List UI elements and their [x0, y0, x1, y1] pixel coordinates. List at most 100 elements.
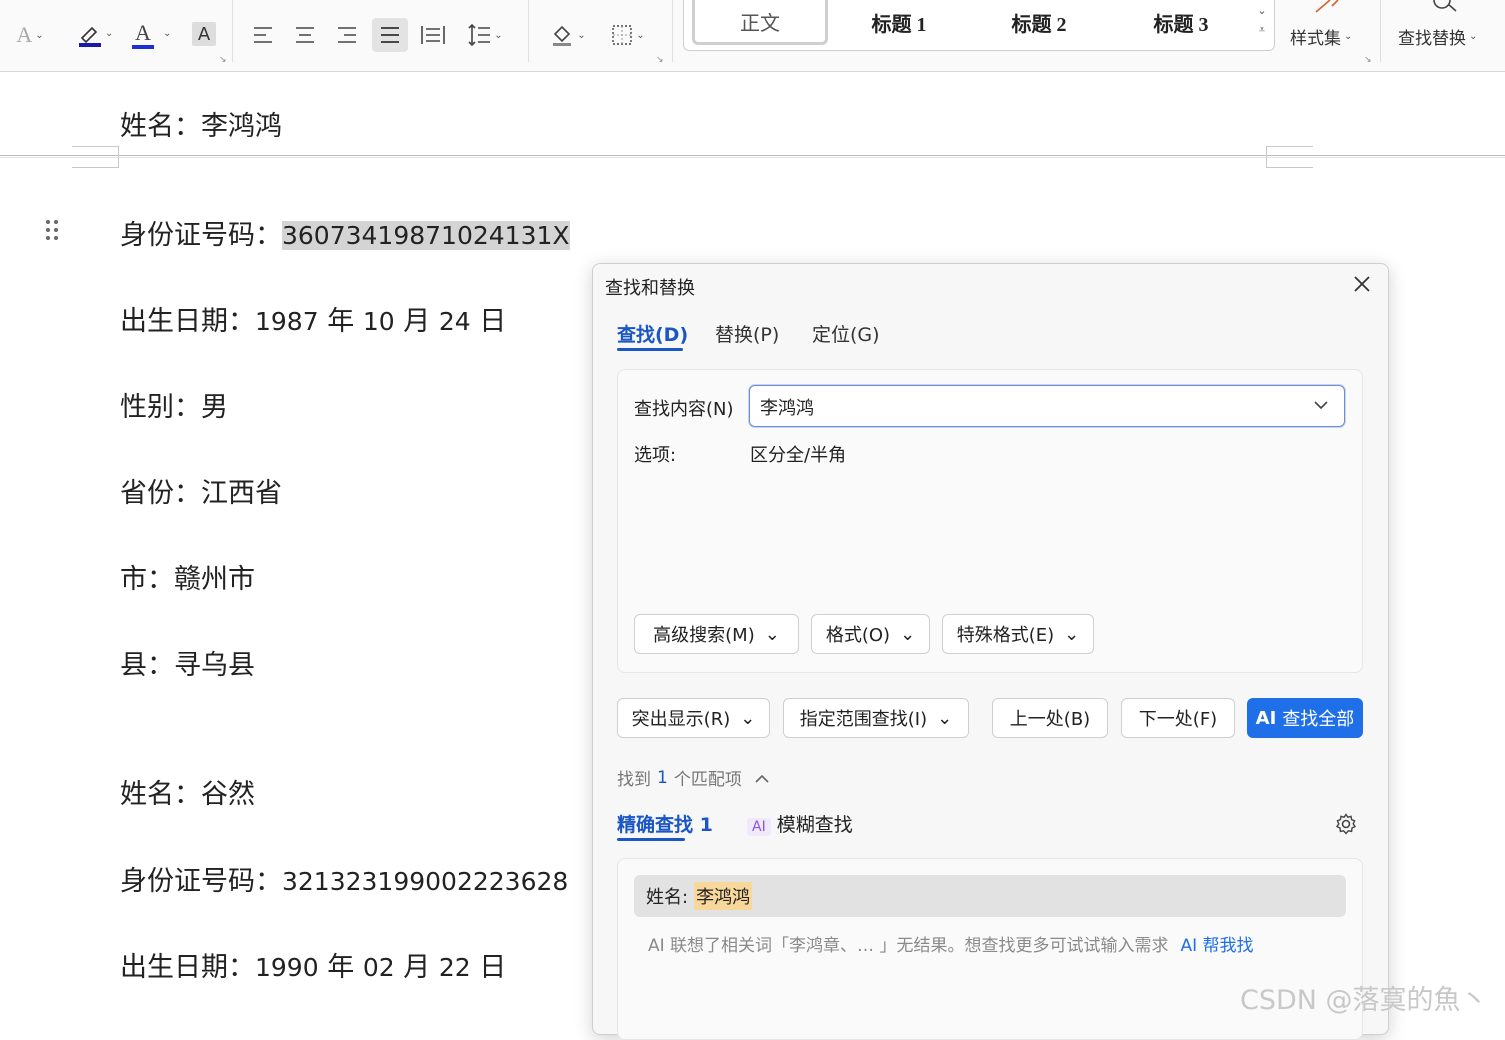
match-count: 找到 1 个匹配项: [617, 765, 770, 790]
font-dialog-launcher-icon[interactable]: ↘: [219, 55, 227, 65]
chevron-up-icon[interactable]: [754, 772, 770, 784]
birth-month: 10: [362, 307, 395, 336]
special-format-button[interactable]: 特殊格式(E) ⌄: [942, 614, 1094, 654]
field-label: 省份：: [120, 478, 201, 509]
style-heading-1[interactable]: 标题 1: [854, 0, 944, 44]
style-set-label: 样式集: [1290, 29, 1341, 49]
result-prefix: 姓名:: [646, 887, 689, 908]
doc-line-county-1[interactable]: 县：寻乌县: [120, 643, 255, 682]
chevron-down-icon: ⌄: [740, 707, 756, 729]
style-heading-2[interactable]: 标题 2: [994, 0, 1084, 44]
char-shading-icon: A: [197, 23, 211, 45]
doc-line-id-2[interactable]: 身份证号码：321323199002223628: [120, 859, 568, 898]
doc-line-name-2[interactable]: 姓名：谷然: [120, 772, 255, 811]
highlighter-icon: [79, 26, 101, 47]
find-previous-button[interactable]: 上一处(B): [992, 698, 1108, 738]
chevron-down-icon: ⌄: [1064, 623, 1080, 645]
style-gallery-scroll[interactable]: ⌄ ⩡: [1254, 4, 1270, 44]
style-set-button[interactable]: 样式集 ⌄: [1290, 24, 1352, 49]
result-item[interactable]: 姓名: 李鸿鸿: [634, 875, 1346, 917]
unit-year: 年: [327, 306, 355, 337]
field-label: 县：: [120, 650, 174, 681]
font-color-button[interactable]: A: [126, 18, 160, 52]
birth-month: 02: [362, 953, 395, 982]
find-replace-label: 查找替换: [1398, 29, 1466, 49]
ai-help-link[interactable]: AI 帮我找: [1180, 936, 1253, 956]
match-count-prefix: 找到: [617, 770, 651, 790]
chevron-down-icon[interactable]: [1312, 396, 1330, 414]
field-label: 姓名：: [120, 779, 201, 810]
doc-line-birth-2[interactable]: 出生日期：1990 年 02 月 22 日: [120, 945, 506, 984]
highlight-button[interactable]: 突出显示(R) ⌄: [617, 698, 770, 738]
border-button[interactable]: ⌄: [604, 20, 652, 50]
tab-exact-find[interactable]: 精确查找 1: [617, 810, 713, 837]
birth-year: 1987: [255, 307, 319, 336]
tab-goto[interactable]: 定位(G): [812, 320, 880, 347]
unit-day: 日: [479, 306, 507, 337]
ai-hint: AI 联想了相关词「李鸿章、… 」无结果。想查找更多可试试输入需求 AI 帮我找: [648, 931, 1254, 956]
style-normal[interactable]: 正文: [692, 0, 828, 45]
magnifier-icon: [1433, 0, 1457, 12]
font-color-icon: A: [135, 19, 151, 45]
format-label: 格式(O): [825, 625, 891, 646]
justify-button[interactable]: [372, 18, 408, 52]
text-effect-button[interactable]: A ⌄: [8, 20, 52, 50]
align-center-icon: [296, 27, 314, 43]
format-button[interactable]: 格式(O) ⌄: [811, 614, 930, 654]
find-all-label: 查找全部: [1282, 709, 1355, 730]
active-tab-indicator: [617, 348, 683, 351]
scope-find-button[interactable]: 指定范围查找(I) ⌄: [783, 698, 969, 738]
advanced-search-button[interactable]: 高级搜索(M) ⌄: [634, 614, 799, 654]
find-input[interactable]: [758, 392, 1282, 422]
find-label: 查找内容(N): [634, 399, 734, 420]
tab-find[interactable]: 查找(D): [617, 320, 688, 347]
result-match: 李鸿鸿: [694, 882, 753, 910]
scope-find-label: 指定范围查找(I): [799, 709, 928, 730]
field-value: 赣州市: [174, 564, 255, 595]
selected-text[interactable]: 36073419871024131X: [282, 221, 570, 250]
watermark: CSDN @落寞的魚丶: [1240, 985, 1488, 1016]
doc-line-gender-1[interactable]: 性别：男: [120, 385, 228, 424]
styles-dialog-launcher-icon[interactable]: ↘: [1364, 55, 1372, 65]
tab-replace[interactable]: 替换(P): [715, 320, 779, 347]
doc-line-province-1[interactable]: 省份：江西省: [120, 471, 282, 510]
distribute-button[interactable]: [418, 22, 448, 48]
ai-badge: AI: [747, 818, 771, 836]
find-replace-dialog: 查找和替换 查找(D) 替换(P) 定位(G) 查找内容(N) 选项: 区分全/…: [592, 263, 1389, 1040]
style-heading-3[interactable]: 标题 3: [1136, 0, 1226, 44]
find-replace-button[interactable]: 查找替换 ⌄: [1398, 24, 1477, 49]
paragraph-dialog-launcher-icon[interactable]: ↘: [656, 55, 664, 65]
dialog-title: 查找和替换: [605, 278, 695, 299]
doc-line-name-1[interactable]: 姓名：李鸿鸿: [120, 104, 282, 143]
doc-line-city-1[interactable]: 市：赣州市: [120, 557, 255, 596]
field-label: 身份证号码：: [120, 866, 282, 897]
active-subtab-indicator: [617, 838, 685, 841]
tab-fuzzy-find[interactable]: AI 模糊查找: [747, 810, 853, 837]
close-icon: [1354, 276, 1370, 292]
shading-button[interactable]: ⌄: [546, 20, 590, 50]
match-count-number: 1: [657, 767, 668, 788]
find-all-button[interactable]: AI 查找全部: [1247, 698, 1363, 738]
field-value: 李鸿鸿: [201, 111, 282, 142]
close-button[interactable]: [1350, 272, 1374, 296]
highlight-label: 突出显示(R): [631, 709, 731, 730]
gear-icon[interactable]: [1334, 812, 1358, 836]
align-left-icon: [254, 27, 272, 43]
align-right-button[interactable]: [334, 22, 360, 48]
advanced-search-label: 高级搜索(M): [653, 625, 755, 646]
char-shading-button[interactable]: A: [192, 22, 216, 46]
border-icon: [612, 25, 632, 45]
chevron-down-icon: ⌄: [1257, 4, 1267, 17]
find-input-box[interactable]: [749, 385, 1345, 427]
field-label: 出生日期：: [120, 952, 255, 983]
doc-line-birth-1[interactable]: 出生日期：1987 年 10 月 24 日: [120, 299, 506, 338]
align-left-button[interactable]: [250, 22, 276, 48]
paragraph-drag-handle[interactable]: [44, 218, 60, 244]
crop-mark-right: [1266, 146, 1313, 168]
field-value: 寻乌县: [174, 650, 255, 681]
doc-line-id-1[interactable]: 身份证号码：36073419871024131X: [120, 213, 570, 252]
align-center-button[interactable]: [292, 22, 318, 48]
find-next-button[interactable]: 下一处(F): [1121, 698, 1235, 738]
line-spacing-button[interactable]: ⌄: [462, 20, 508, 50]
chevron-down-icon: ⌄: [900, 623, 916, 645]
